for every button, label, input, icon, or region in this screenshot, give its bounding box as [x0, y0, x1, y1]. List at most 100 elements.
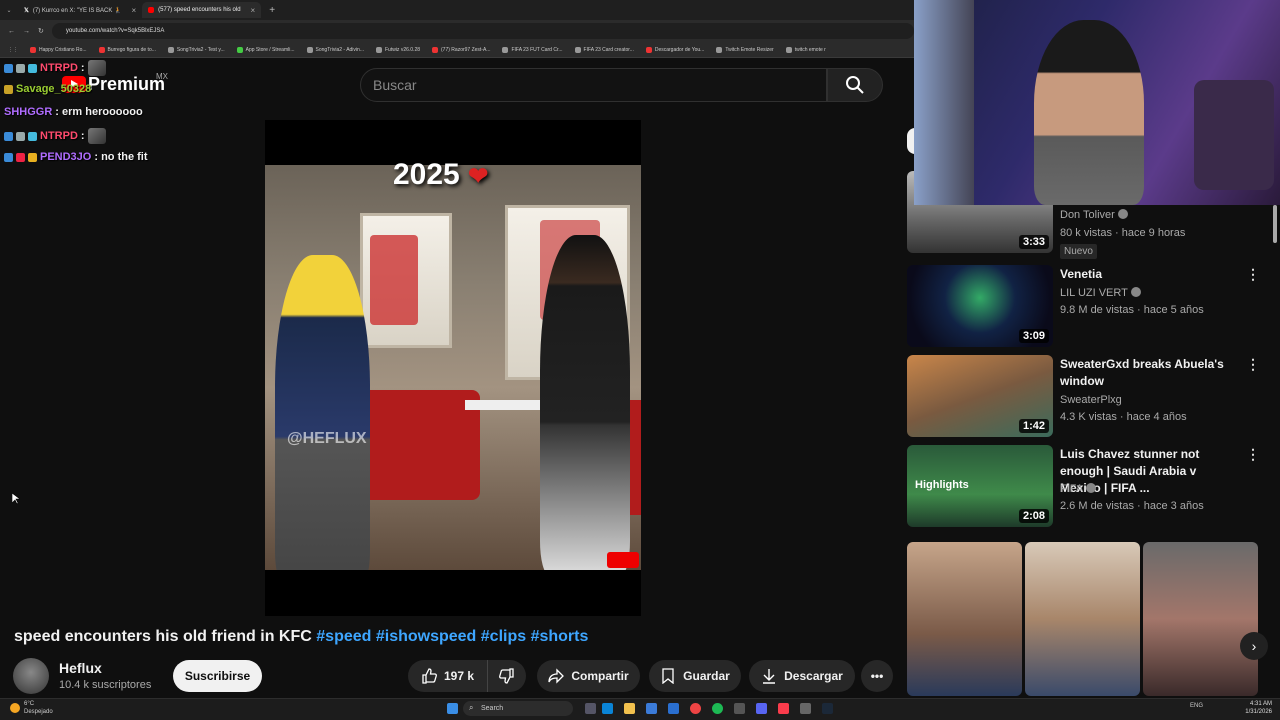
- bookmark-item[interactable]: Burrego figura de to...: [98, 46, 156, 53]
- app-icon[interactable]: [734, 703, 745, 714]
- search-input[interactable]: Buscar: [360, 68, 827, 102]
- apps-icon[interactable]: ⋮⋮: [8, 47, 18, 53]
- taskbar-search[interactable]: ⌕ Search: [463, 701, 573, 716]
- bookmark-icon: [662, 668, 674, 684]
- new-tab-button[interactable]: +: [269, 5, 275, 16]
- weather-widget[interactable]: 6°C Despejado: [24, 700, 53, 716]
- bookmark-item[interactable]: SongTrivia2 - Test y...: [167, 46, 225, 53]
- hashtags[interactable]: #speed #ishowspeed #clips #shorts: [316, 628, 588, 645]
- bookmark-item[interactable]: SongTrivia2 - Adivin...: [306, 46, 364, 53]
- more-vert-icon[interactable]: ⋮: [1246, 446, 1260, 463]
- music-icon[interactable]: [778, 703, 789, 714]
- tab-label: (577) speed encounters his old: [158, 7, 241, 13]
- related-meta: 80 k vistas · hace 9 horas: [1060, 227, 1186, 239]
- address-bar-row: ← → ↻ youtube.com/watch?v=Sqk5BlxEJSA: [0, 20, 914, 42]
- thumbs-up-icon: [422, 668, 437, 684]
- related-thumbnail[interactable]: 3:09: [907, 265, 1053, 347]
- bookmark-favicon-icon: [167, 46, 174, 53]
- chat-username: SHHGGR: [4, 106, 53, 118]
- emote-icon: [87, 60, 106, 76]
- save-button[interactable]: Guardar: [649, 660, 741, 692]
- chat-text: : no the fit: [94, 151, 148, 163]
- share-icon: [548, 668, 565, 684]
- bookmark-item[interactable]: FIFA 23 Card creator...: [574, 46, 634, 53]
- chrome-icon[interactable]: [690, 703, 701, 714]
- mail-icon[interactable]: [668, 703, 679, 714]
- video-duration: 3:09: [1018, 329, 1049, 343]
- bookmark-item[interactable]: FIFA 23 FUT Card Cr...: [502, 46, 563, 53]
- verified-icon: [1117, 209, 1128, 219]
- related-thumbnail[interactable]: Highlights 2:08: [907, 445, 1053, 527]
- broken-heart-icon: ❤: [468, 163, 489, 190]
- task-view-icon[interactable]: [585, 703, 596, 714]
- spotify-icon[interactable]: [712, 703, 723, 714]
- url-field[interactable]: youtube.com/watch?v=Sqk5BlxEJSA: [51, 23, 914, 39]
- bookmark-item[interactable]: Twitch Emote Resizer: [716, 46, 774, 53]
- bookmark-item[interactable]: App Store / Streamli...: [236, 46, 295, 53]
- related-channel[interactable]: Don Toliver: [1060, 209, 1128, 221]
- tab-list-icon[interactable]: ⌄: [0, 7, 18, 14]
- taskbar-clock[interactable]: 4:31 AM 1/31/2026: [1240, 700, 1272, 716]
- verified-icon: [1130, 287, 1141, 297]
- related-title[interactable]: SweaterGxd breaks Abuela's window: [1060, 356, 1240, 390]
- app-icon[interactable]: [800, 703, 811, 714]
- emote-icon: [87, 128, 106, 144]
- badge-icon: [28, 131, 37, 141]
- dislike-button[interactable]: [487, 660, 526, 692]
- close-icon[interactable]: ×: [131, 6, 136, 15]
- bookmark-favicon-icon: [502, 46, 509, 53]
- bookmark-favicon-icon: [432, 46, 439, 53]
- bookmark-item[interactable]: Futwiz v26.0.28: [375, 46, 420, 53]
- webcam-background: [914, 0, 974, 205]
- channel-name[interactable]: Heflux: [59, 660, 102, 676]
- more-vert-icon[interactable]: ⋮: [1246, 356, 1260, 373]
- windows-start-icon[interactable]: [447, 703, 458, 714]
- system-tray[interactable]: ENG: [1190, 703, 1203, 709]
- related-channel[interactable]: LIL UZI VERT: [1060, 287, 1141, 299]
- related-channel[interactable]: SweaterPlxg: [1060, 394, 1122, 406]
- chat-username: NTRPD: [40, 62, 78, 74]
- bookmark-item[interactable]: (77) Razor97 Zest-A...: [432, 46, 490, 53]
- short-thumbnail[interactable]: [1025, 542, 1140, 696]
- discord-icon[interactable]: [756, 703, 767, 714]
- tab-youtube[interactable]: (577) speed encounters his old ×: [142, 2, 262, 18]
- like-button[interactable]: 197 k: [408, 660, 487, 692]
- video-duration: 2:08: [1018, 509, 1049, 523]
- download-button[interactable]: Descargar: [749, 660, 855, 692]
- badge-icon: [16, 63, 25, 73]
- forward-icon[interactable]: →: [23, 28, 30, 35]
- bookmark-item[interactable]: twitch emote r: [785, 46, 826, 53]
- back-icon[interactable]: ←: [8, 28, 15, 35]
- tab-twitter[interactable]: 𝕏 (7) Kurrco en X: "YE IS BACK 🧎 ×: [18, 2, 142, 18]
- video-watermark: @HEFLUX: [287, 430, 367, 447]
- next-shorts-button[interactable]: ›: [1240, 632, 1268, 660]
- video-player[interactable]: 2025 ❤ @HEFLUX: [265, 120, 641, 616]
- store-icon[interactable]: [646, 703, 657, 714]
- youtube-play-icon: [607, 552, 639, 568]
- file-explorer-icon[interactable]: [624, 703, 635, 714]
- scrollbar-thumb[interactable]: [1273, 205, 1277, 243]
- related-title[interactable]: Venetia: [1060, 266, 1240, 283]
- search-button[interactable]: [827, 68, 883, 102]
- bookmark-item[interactable]: Descargador de You...: [645, 46, 704, 53]
- like-count: 197 k: [443, 669, 475, 683]
- weather-icon: [10, 703, 20, 713]
- channel-avatar[interactable]: [13, 658, 49, 694]
- short-thumbnail[interactable]: [907, 542, 1022, 696]
- video-duration: 3:33: [1018, 235, 1049, 249]
- share-button[interactable]: Compartir: [537, 660, 640, 692]
- close-icon[interactable]: ×: [251, 6, 256, 15]
- related-channel[interactable]: FIFA: [1060, 483, 1097, 495]
- short-thumbnail[interactable]: [1143, 542, 1258, 696]
- steam-icon[interactable]: [822, 703, 833, 714]
- reload-icon[interactable]: ↻: [38, 27, 44, 35]
- subscribe-button[interactable]: Suscribirse: [173, 660, 262, 692]
- more-actions-button[interactable]: •••: [861, 660, 893, 692]
- bookmark-item[interactable]: Happy Cristiano Ro...: [30, 46, 87, 53]
- chat-username: NTRPD: [40, 130, 78, 142]
- tab-bar: ⌄ 𝕏 (7) Kurrco en X: "YE IS BACK 🧎 × (57…: [0, 0, 914, 20]
- related-thumbnail[interactable]: 1:42: [907, 355, 1053, 437]
- more-vert-icon[interactable]: ⋮: [1246, 266, 1260, 283]
- edge-icon[interactable]: [602, 703, 613, 714]
- related-meta: 9.8 M de vistas · hace 5 años: [1060, 304, 1204, 316]
